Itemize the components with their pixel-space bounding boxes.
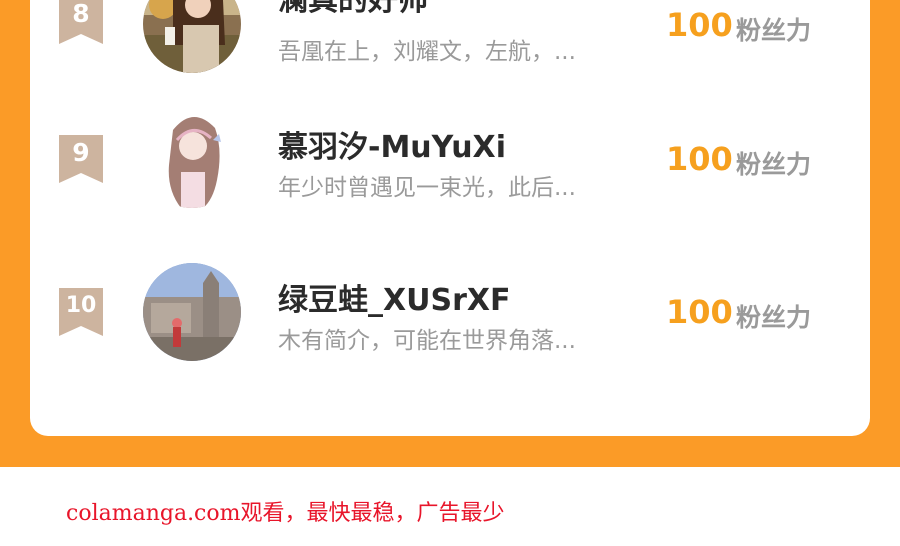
user-name[interactable]: 慕羽汐-MuYuXi [278,122,506,166]
rank-badge-icon: 9 [59,135,103,183]
fan-score-label: 粉丝力 [736,150,812,179]
user-bio: 木有简介，可能在世界角落... [278,328,576,354]
ranking-card: 8 澜真的好帅 吾凰在上，刘耀文，左航，... 100 粉丝力 9 慕羽汐-Mu… [30,0,870,436]
rank-badge-icon: 8 [59,0,103,44]
ranking-row[interactable]: 8 澜真的好帅 吾凰在上，刘耀文，左航，... 100 粉丝力 [30,0,870,90]
avatar[interactable] [143,0,241,73]
fan-score: 100 [666,140,733,178]
rank-number: 8 [72,0,90,28]
avatar[interactable] [143,263,241,361]
avatar[interactable] [143,110,241,208]
fan-score-label: 粉丝力 [736,303,812,332]
ranking-row[interactable]: 10 绿豆蛙_XUSrXF 木有简介，可能在世界角落... 100 粉丝力 [30,256,870,366]
site-watermark: colamanga.com观看，最快最稳，广告最少 [66,501,505,526]
user-name[interactable]: 绿豆蛙_XUSrXF [278,275,511,319]
rank-number: 10 [65,293,97,318]
ranking-row[interactable]: 9 慕羽汐-MuYuXi 年少时曾遇见一束光，此后... 100 粉丝力 [30,103,870,213]
fan-score: 100 [666,293,733,331]
fan-score: 100 [666,6,733,44]
rank-badge-icon: 10 [59,288,103,336]
user-name[interactable]: 澜真的好帅 [278,0,428,19]
rank-number: 9 [72,138,90,167]
fan-score-label: 粉丝力 [736,16,812,45]
user-bio: 吾凰在上，刘耀文，左航，... [278,39,576,65]
user-bio: 年少时曾遇见一束光，此后... [278,175,576,201]
